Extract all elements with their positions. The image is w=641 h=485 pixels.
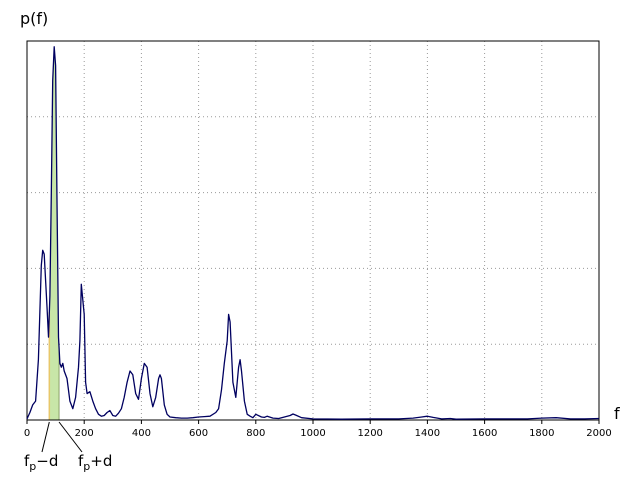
spectrum-chart: 0 200 400 600 800 1000 1200 1400 1600 1800 2000 p(… [20,9,620,473]
x-tick-label: 1800 [529,428,554,439]
x-tick-label: 1600 [472,428,497,439]
band-annotations: fp−d fp+d [24,421,112,473]
x-tick-label: 800 [246,428,265,439]
x-tick-label: 400 [132,428,151,439]
gridlines [27,41,599,420]
x-axis-label: f [614,404,620,423]
x-axis-ticks: 0 200 400 600 800 1000 1200 1400 1600 1800 2000 [24,420,612,439]
x-tick-label: 0 [24,428,30,439]
x-tick-label: 2000 [586,428,611,439]
band-annotation-label: fp−d [24,452,58,473]
band-annotation-label: fp+d [78,452,112,473]
x-tick-label: 1000 [300,428,325,439]
x-tick-label: 1400 [415,428,440,439]
x-tick-label: 600 [189,428,208,439]
x-tick-label: 200 [75,428,94,439]
y-axis-label: p(f) [20,9,48,28]
band-annotation-leader [41,421,50,453]
x-tick-label: 1200 [357,428,382,439]
